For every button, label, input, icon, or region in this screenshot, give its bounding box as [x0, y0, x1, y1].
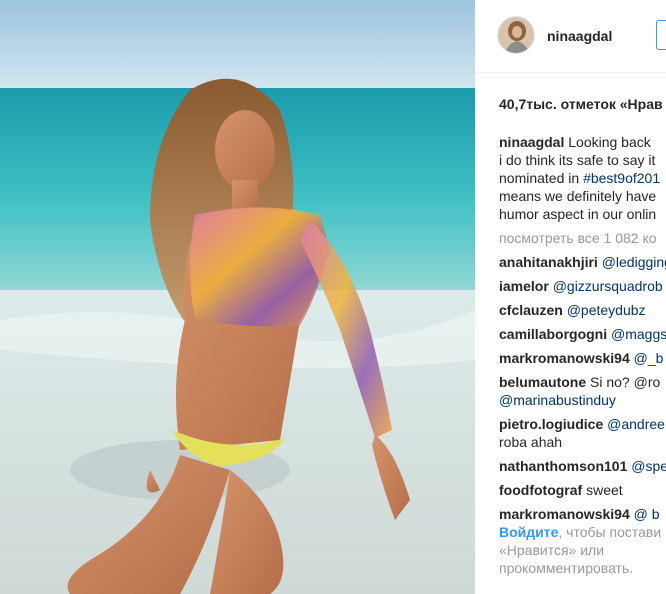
- comment-mention[interactable]: @gizzursquadrob: [553, 278, 663, 294]
- comment-mention[interactable]: @maggs: [611, 326, 666, 342]
- login-prompt-text: прокомментировать.: [499, 560, 634, 576]
- comment-text: roba ahah: [499, 434, 563, 450]
- comment-author[interactable]: nathanthomson101: [499, 458, 627, 474]
- post-header: ninaagdal: [475, 0, 666, 73]
- comment-mention[interactable]: @peteydubz: [567, 302, 646, 318]
- comment-author[interactable]: foodfotograf: [499, 482, 582, 498]
- comment: camillaborgogni @maggs: [499, 325, 666, 343]
- comment: cfclauzen @peteydubz: [499, 301, 666, 319]
- post-side-panel: ninaagdal 40,7тыс. отметок «Нрав ninaagd…: [475, 0, 666, 594]
- comment-mention[interactable]: @marinabustinduy: [499, 391, 666, 409]
- comment: nathanthomson101 @spe: [499, 457, 666, 475]
- login-prompt-text: «Нравится» или: [499, 542, 605, 558]
- login-link[interactable]: Войдите: [499, 524, 558, 540]
- comment-author[interactable]: cfclauzen: [499, 302, 563, 318]
- comment-author[interactable]: markromanowski94: [499, 350, 630, 366]
- caption-author[interactable]: ninaagdal: [499, 134, 564, 150]
- comment-mention[interactable]: @spe: [631, 458, 666, 474]
- comment-mention[interactable]: @ledigging: [602, 254, 666, 270]
- caption-line: humor aspect in our onlin: [499, 206, 657, 222]
- comment-author[interactable]: camillaborgogni: [499, 326, 607, 342]
- beach-photo-image: [0, 0, 475, 594]
- comment: belumautone Si no? @ro: [499, 373, 666, 391]
- comments-list: ninaagdal Looking back i do think its sa…: [499, 133, 666, 577]
- comment: iamelor @gizzursquadrob: [499, 277, 666, 295]
- post-author-username[interactable]: ninaagdal: [547, 28, 612, 44]
- caption-line: i do think its safe to say it: [499, 152, 656, 168]
- login-prompt: Войдите, чтобы постави: [499, 523, 666, 541]
- caption-line: nominated in #best9of201: [499, 169, 666, 187]
- comment-author[interactable]: pietro.logiudice: [499, 416, 603, 432]
- comment-text: Si no? @ro: [590, 374, 661, 390]
- comment-mention[interactable]: @_b: [634, 350, 664, 366]
- follow-button[interactable]: [656, 20, 666, 50]
- avatar[interactable]: [497, 16, 535, 54]
- caption-line: means we definitely have: [499, 188, 657, 204]
- comment-mention[interactable]: @ b: [634, 506, 660, 522]
- instagram-post-view: ninaagdal 40,7тыс. отметок «Нрав ninaagd…: [0, 0, 666, 594]
- comment-mention[interactable]: @andree: [607, 416, 665, 432]
- hashtag-link[interactable]: #best9of201: [583, 170, 660, 186]
- comment-author[interactable]: belumautone: [499, 374, 586, 390]
- comment: pietro.logiudice @andree: [499, 415, 666, 433]
- comment-author[interactable]: anahitanakhjiri: [499, 254, 598, 270]
- comment-author[interactable]: markromanowski94: [499, 506, 630, 522]
- view-all-comments-link[interactable]: посмотреть все 1 082 ко: [499, 229, 666, 247]
- comment: markromanowski94 @_b: [499, 349, 666, 367]
- comment: foodfotograf sweet: [499, 481, 666, 499]
- comment: markromanowski94 @ b: [499, 505, 666, 523]
- likes-count[interactable]: 40,7тыс. отметок «Нрав: [499, 96, 663, 112]
- post-photo[interactable]: [0, 0, 475, 594]
- caption-text: Looking back: [568, 134, 651, 150]
- caption-text: nominated in: [499, 170, 584, 186]
- login-prompt-text: , чтобы постави: [558, 524, 662, 540]
- comment-text: sweet: [586, 482, 623, 498]
- avatar-image: [498, 17, 534, 53]
- comment: anahitanakhjiri @ledigging: [499, 253, 666, 271]
- caption-line: ninaagdal Looking back: [499, 133, 666, 151]
- comment-author[interactable]: iamelor: [499, 278, 549, 294]
